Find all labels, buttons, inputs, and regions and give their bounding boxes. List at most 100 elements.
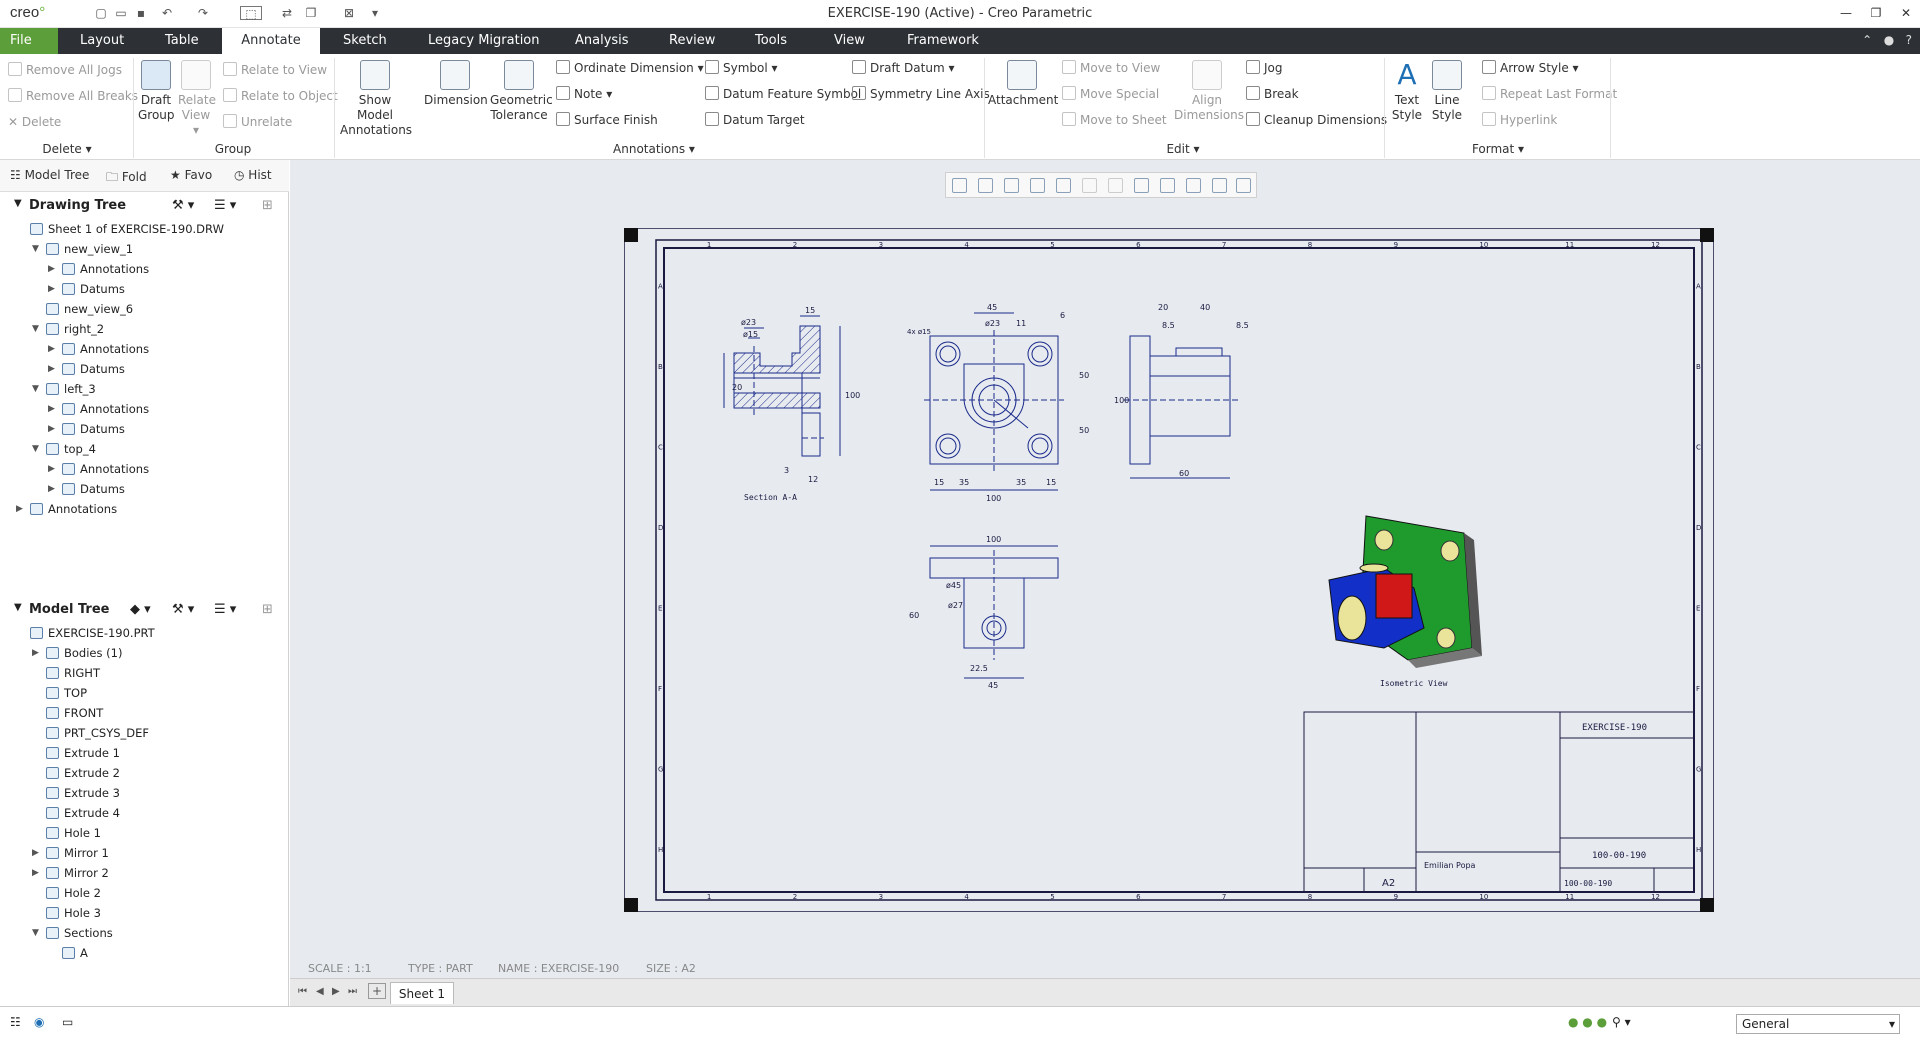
relate-view-button[interactable]: Relate View ▾ <box>178 60 216 138</box>
drawing-tree-header[interactable]: ▼ Drawing Tree ⚒ ▾ ☰ ▾ ⊞ <box>0 198 289 220</box>
tree-node[interactable]: ▶ Annotations <box>16 500 117 519</box>
save-icon[interactable]: ▪ <box>134 6 148 20</box>
model-tree-settings-icon[interactable]: ⚒ ▾ <box>172 602 194 617</box>
sheet-tab-1[interactable]: Sheet 1 <box>390 982 454 1004</box>
drawing-sheet[interactable]: 112233445566778899101011111212A AB BC CD DE E… <box>624 228 1714 912</box>
tab-annotate[interactable]: Annotate <box>222 28 320 54</box>
tab-sketch[interactable]: Sketch <box>333 28 397 54</box>
surface-finish-button[interactable]: Surface Finish <box>556 112 658 128</box>
tree-node[interactable]: Sheet 1 of EXERCISE-190.DRW <box>30 220 224 239</box>
tree-node[interactable]: ▶ Datums <box>48 360 125 379</box>
collapsed-chevron-icon[interactable]: ▶ <box>32 844 42 863</box>
add-sheet-icon[interactable]: + <box>368 983 387 999</box>
tree-node[interactable]: PRT_CSYS_DEF <box>46 724 149 743</box>
redo-icon[interactable]: ↷ <box>196 6 210 20</box>
delete-button[interactable]: ✕ Delete <box>8 114 61 130</box>
collapse-drawing-tree-icon[interactable]: ▼ <box>14 198 22 209</box>
tree-node[interactable]: EXERCISE-190.PRT <box>30 624 155 643</box>
collapsed-chevron-icon[interactable]: ▶ <box>16 500 26 519</box>
axis-display-icon[interactable] <box>1186 178 1201 193</box>
expanded-chevron-icon[interactable]: ▼ <box>32 320 42 339</box>
close-window-icon[interactable]: ⊠ <box>342 6 356 20</box>
symbol-button[interactable]: Symbol ▾ <box>705 60 778 76</box>
new-file-icon[interactable]: ▢ <box>94 6 108 20</box>
tree-node[interactable]: ▶ Datums <box>48 480 125 499</box>
tree-node[interactable]: ▶ Mirror 1 <box>32 844 109 863</box>
tree-node[interactable]: Hole 3 <box>46 904 101 923</box>
collapsed-chevron-icon[interactable]: ▶ <box>48 460 58 479</box>
move-to-sheet-button[interactable]: Move to Sheet <box>1062 112 1167 128</box>
tree-node[interactable]: ▼ right_2 <box>32 320 104 339</box>
tree-node[interactable]: ▶ Annotations <box>48 460 149 479</box>
collapsed-chevron-icon[interactable]: ▶ <box>48 360 58 379</box>
annotation-display-icon[interactable] <box>1160 178 1175 193</box>
selection-filter-select[interactable]: General ▾ <box>1736 1014 1900 1034</box>
ordinate-dimension-button[interactable]: Ordinate Dimension ▾ <box>556 60 704 76</box>
remove-all-breaks-button[interactable]: Remove All Breaks <box>8 88 138 104</box>
minimize-icon[interactable]: — <box>1836 5 1856 21</box>
tab-file[interactable]: File <box>0 28 58 54</box>
jog-button[interactable]: Jog <box>1246 60 1283 76</box>
tree-node[interactable]: RIGHT <box>46 664 100 683</box>
browser-toggle-icon[interactable]: ◉ <box>34 1015 44 1029</box>
tree-settings-icon[interactable]: ⚒ ▾ <box>172 198 194 213</box>
tree-node[interactable]: ▼ new_view_1 <box>32 240 133 259</box>
expanded-chevron-icon[interactable]: ▼ <box>32 380 42 399</box>
note-button[interactable]: Note ▾ <box>556 86 612 102</box>
expanded-chevron-icon[interactable]: ▼ <box>32 924 42 943</box>
undo-icon[interactable]: ↶ <box>160 6 174 20</box>
tree-node[interactable]: A <box>62 944 88 963</box>
collapsed-chevron-icon[interactable]: ▶ <box>48 400 58 419</box>
quick-access-more-icon[interactable]: ▾ <box>368 6 382 20</box>
datum-display-icon[interactable] <box>1134 178 1149 193</box>
tree-node[interactable]: ▼ left_3 <box>32 380 96 399</box>
tree-node[interactable]: ▼ Sections <box>32 924 113 943</box>
first-sheet-icon[interactable]: ⏮ <box>298 986 307 997</box>
find-icon[interactable]: ⚲ ▾ <box>1612 1015 1631 1029</box>
model-tree-columns-icon[interactable]: ⊞ <box>262 602 273 617</box>
datum-feature-symbol-button[interactable]: Datum Feature Symbol <box>705 86 861 102</box>
tab-review[interactable]: Review <box>659 28 725 54</box>
tab-tools[interactable]: Tools <box>745 28 797 54</box>
tree-node[interactable]: ▶ Mirror 2 <box>32 864 109 883</box>
expanded-chevron-icon[interactable]: ▼ <box>32 240 42 259</box>
tree-node[interactable]: TOP <box>46 684 87 703</box>
model-tree-display-icon[interactable]: ◆ ▾ <box>130 602 151 617</box>
line-style-button[interactable]: Line Style <box>1428 60 1466 123</box>
view-manager-icon[interactable] <box>1108 178 1123 193</box>
attachment-button[interactable]: Attachment <box>988 60 1058 108</box>
move-special-button[interactable]: Move Special <box>1062 86 1159 102</box>
collapsed-chevron-icon[interactable]: ▶ <box>48 280 58 299</box>
tree-columns-icon[interactable]: ⊞ <box>262 198 273 213</box>
tab-view[interactable]: View <box>824 28 875 54</box>
next-sheet-icon[interactable]: ▶ <box>332 986 340 997</box>
collapsed-chevron-icon[interactable]: ▶ <box>48 260 58 279</box>
move-to-view-button[interactable]: Move to View <box>1062 60 1160 76</box>
refit-icon[interactable] <box>952 178 967 193</box>
select-box-icon[interactable]: ⬚ <box>240 6 262 21</box>
windows-icon[interactable]: ❐ <box>304 6 318 20</box>
close-icon[interactable]: ✕ <box>1896 5 1916 21</box>
hyperlink-button[interactable]: Hyperlink <box>1482 112 1557 128</box>
display-style-icon[interactable] <box>1056 178 1071 193</box>
collapsed-chevron-icon[interactable]: ▶ <box>48 340 58 359</box>
regenerate-icon[interactable]: ⇄ <box>280 6 294 20</box>
break-button[interactable]: Break <box>1246 86 1299 102</box>
tree-node[interactable]: Hole 1 <box>46 824 101 843</box>
help-icon[interactable]: ? <box>1906 33 1912 47</box>
tree-filter-icon[interactable]: ☰ ▾ <box>214 198 236 213</box>
expanded-chevron-icon[interactable]: ▼ <box>32 440 42 459</box>
repeat-last-format-button[interactable]: Repeat Last Format <box>1482 86 1617 102</box>
tree-node[interactable]: FRONT <box>46 704 103 723</box>
maximize-icon[interactable]: ❐ <box>1866 5 1886 21</box>
geometric-tolerance-button[interactable]: Geometric Tolerance <box>490 60 553 123</box>
repaint-icon[interactable] <box>1030 178 1045 193</box>
zoom-in-icon[interactable] <box>978 178 993 193</box>
tree-node[interactable]: ▶ Datums <box>48 420 125 439</box>
model-tree-filter-icon[interactable]: ☰ ▾ <box>214 602 236 617</box>
tree-node[interactable]: Hole 2 <box>46 884 101 903</box>
tree-node[interactable]: ▼ top_4 <box>32 440 96 459</box>
user-icon[interactable]: ● <box>1884 33 1894 47</box>
tab-table[interactable]: Table <box>155 28 209 54</box>
navigator-toggle-icon[interactable]: ☷ <box>10 1015 21 1029</box>
